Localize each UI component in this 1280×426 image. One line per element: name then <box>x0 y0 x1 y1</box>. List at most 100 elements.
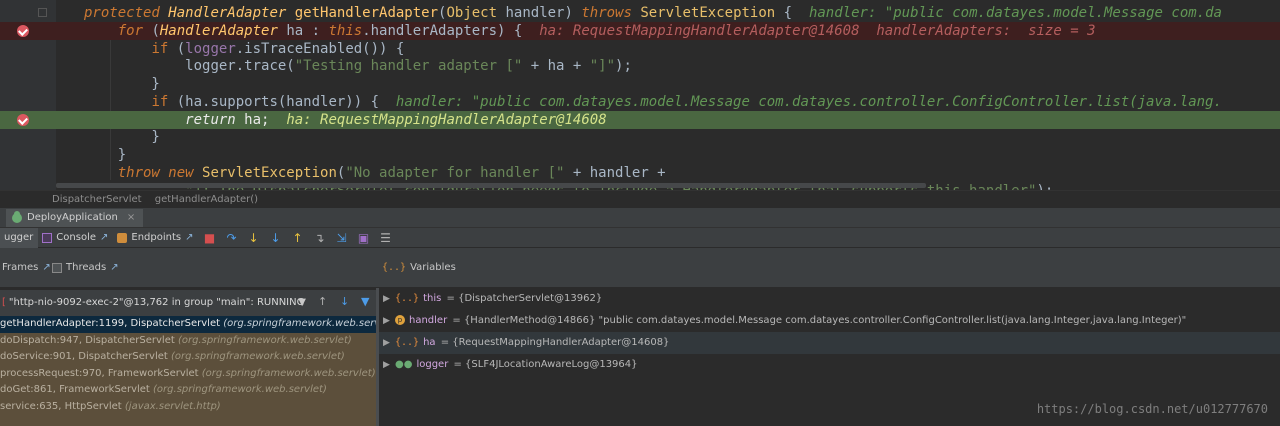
code-token: handler: "public com.datayes.model.Messa… <box>395 94 1222 110</box>
tab-endpoints-label: Endpoints <box>131 232 182 243</box>
fold-icon[interactable] <box>38 8 47 17</box>
object-icon: {..} <box>395 293 420 304</box>
horizontal-scrollbar[interactable] <box>56 183 926 188</box>
breadcrumb-method[interactable]: getHandlerAdapter() <box>155 194 258 205</box>
code-line-8[interactable]: } <box>0 128 1280 146</box>
code-line-10[interactable]: throw new ServletException("No adapter f… <box>0 164 1280 182</box>
code-line-3[interactable]: if (logger.isTraceEnabled()) { <box>0 40 1280 58</box>
debug-session-tabbar: DeployApplication × <box>0 208 1280 228</box>
debug-session-tab[interactable]: DeployApplication × <box>6 209 144 227</box>
pin-icon[interactable]: ↗ <box>110 262 118 273</box>
code-line-7-execution-point[interactable]: return ha; ha: RequestMappingHandlerAdap… <box>0 111 1280 129</box>
text: (org.springframework.web.servlet) <box>223 318 376 329</box>
variable-row-handler[interactable]: ▶ p handler = {HandlerMethod@14866} "publi… <box>379 310 1280 332</box>
tab-console-label: Console <box>56 232 96 243</box>
expand-arrow-icon[interactable]: ▶ <box>383 288 395 310</box>
code-token: } <box>84 129 160 145</box>
chevron-down-icon[interactable]: ▼ <box>298 293 306 313</box>
tab-console[interactable]: Console ↗ <box>38 228 113 248</box>
text: ha <box>423 337 436 348</box>
tab-debugger[interactable]: ugger <box>0 227 39 248</box>
tab-threads[interactable]: Threads ↗ <box>52 262 119 273</box>
breakpoint-icon[interactable] <box>17 25 29 37</box>
expand-arrow-icon[interactable]: ▶ <box>383 310 395 332</box>
code-token: .handlerAdapters) { <box>362 23 540 39</box>
code-line-1[interactable]: protected HandlerAdapter getHandlerAdapt… <box>0 4 1280 22</box>
code-token: ha: RequestMappingHandlerAdapter@14608 <box>286 112 607 128</box>
text: logger <box>416 359 449 370</box>
text: (org.springframework.web.servlet) <box>201 367 376 379</box>
code-token: ha: RequestMappingHandlerAdapter@14608 h… <box>539 23 1096 39</box>
text: handler <box>409 315 448 326</box>
code-line-2-breakpoint[interactable]: for (HandlerAdapter ha : this.handlerAda… <box>0 22 1280 40</box>
step-out-icon[interactable]: ↑ <box>287 228 309 248</box>
text: getHandlerAdapter:1199, DispatcherServle… <box>0 318 224 329</box>
pin-icon[interactable]: ↗ <box>185 232 193 243</box>
code-line-5[interactable]: } <box>0 75 1280 93</box>
debug-toolbar: ugger Console ↗ Endpoints ↗ ■ ↷ ↓ ↓ ↑ ↴ … <box>0 227 1280 248</box>
previous-frame-icon[interactable]: ↑ <box>318 295 327 308</box>
frame-item[interactable]: processRequest:970, FrameworkServlet (or… <box>0 366 376 383</box>
thread-label: "http-nio-9092-exec-2"@13,762 in group "… <box>8 297 305 308</box>
filter-icon[interactable]: ▼ <box>361 295 369 308</box>
object-icon: {..} <box>395 337 420 348</box>
frames-list[interactable]: getHandlerAdapter:1199, DispatcherServle… <box>0 316 376 426</box>
code-token: protected <box>84 5 169 21</box>
code-token: return <box>185 112 245 128</box>
code-token: logger <box>185 41 236 57</box>
code-token: HandlerAdapter <box>168 5 295 21</box>
pin-icon[interactable]: ↗ <box>42 262 50 273</box>
tab-debugger-label: ugger <box>4 232 34 243</box>
thread-dropdown[interactable]: ["http-nio-9092-exec-2"@13,762 in group … <box>0 293 310 313</box>
evaluate-expression-icon[interactable]: ▣ <box>353 228 375 248</box>
variables-tree[interactable]: ▶ {..} this = {DispatcherServlet@13962} ▶ p… <box>379 288 1280 426</box>
frames-pane-header: Frames ↗ Threads ↗ <box>0 248 378 288</box>
tab-frames[interactable]: Frames ↗ <box>2 262 51 273</box>
trace-icon[interactable]: ☰ <box>375 228 397 248</box>
pin-icon[interactable]: ↗ <box>100 232 108 243</box>
code-token: } <box>84 76 160 92</box>
expand-arrow-icon[interactable]: ▶ <box>383 354 395 376</box>
text: (org.springframework.web.servlet) <box>177 334 352 346</box>
force-step-into-icon[interactable]: ↓ <box>265 228 287 248</box>
frame-item[interactable]: getHandlerAdapter:1199, DispatcherServle… <box>0 316 376 333</box>
thread-selector-row: ["http-nio-9092-exec-2"@13,762 in group … <box>0 290 378 316</box>
close-icon[interactable]: × <box>127 209 135 227</box>
next-frame-icon[interactable]: ↓ <box>340 295 349 308</box>
drop-frame-icon[interactable]: ↴ <box>309 228 331 248</box>
variable-row-logger[interactable]: ▶ ●● logger = {SLF4JLocationAwareLog@13964… <box>379 354 1280 376</box>
code-line-9[interactable]: } <box>0 146 1280 164</box>
code-editor[interactable]: protected HandlerAdapter getHandlerAdapt… <box>0 0 1280 190</box>
run-to-cursor-icon[interactable]: ⇲ <box>331 228 353 248</box>
bug-icon <box>12 211 22 223</box>
variable-row-this[interactable]: ▶ {..} this = {DispatcherServlet@13962} <box>379 288 1280 310</box>
code-token: throw new <box>117 165 203 181</box>
step-over-icon[interactable]: ↷ <box>221 228 243 248</box>
code-token: + ha + <box>522 58 590 74</box>
text: doService:901, DispatcherServlet <box>0 351 171 362</box>
code-token: this <box>328 23 363 39</box>
frame-item[interactable]: service:635, HttpServlet (javax.servlet.… <box>0 399 376 416</box>
step-into-icon[interactable]: ↓ <box>243 228 265 248</box>
variable-row-ha[interactable]: ▶ {..} ha = {RequestMappingHandlerAdapter@… <box>379 332 1280 354</box>
stop-icon[interactable]: ■ <box>199 228 221 248</box>
frame-item[interactable]: doDispatch:947, DispatcherServlet (org.s… <box>0 333 376 350</box>
tab-variables[interactable]: {..} Variables <box>382 262 456 273</box>
tab-endpoints[interactable]: Endpoints ↗ <box>113 228 198 248</box>
code-token: ); <box>615 58 632 74</box>
code-line-6[interactable]: if (ha.supports(handler)) { handler: "pu… <box>0 93 1280 111</box>
expand-arrow-icon[interactable]: ▶ <box>383 332 395 354</box>
frame-item[interactable]: doGet:861, FrameworkServlet (org.springf… <box>0 382 376 399</box>
code-token: handler: "public com.datayes.model.Messa… <box>808 5 1222 21</box>
code-token: if <box>151 94 177 110</box>
debug-session-label: DeployApplication <box>27 212 118 223</box>
breadcrumb-class[interactable]: DispatcherServlet <box>52 194 142 205</box>
code-token: "]" <box>589 58 616 74</box>
code-token: } <box>84 147 127 163</box>
frame-item[interactable]: doService:901, DispatcherServlet (org.sp… <box>0 349 376 366</box>
breakpoint-icon[interactable] <box>17 114 29 126</box>
code-line-4[interactable]: logger.trace("Testing handler adapter ["… <box>0 57 1280 75</box>
